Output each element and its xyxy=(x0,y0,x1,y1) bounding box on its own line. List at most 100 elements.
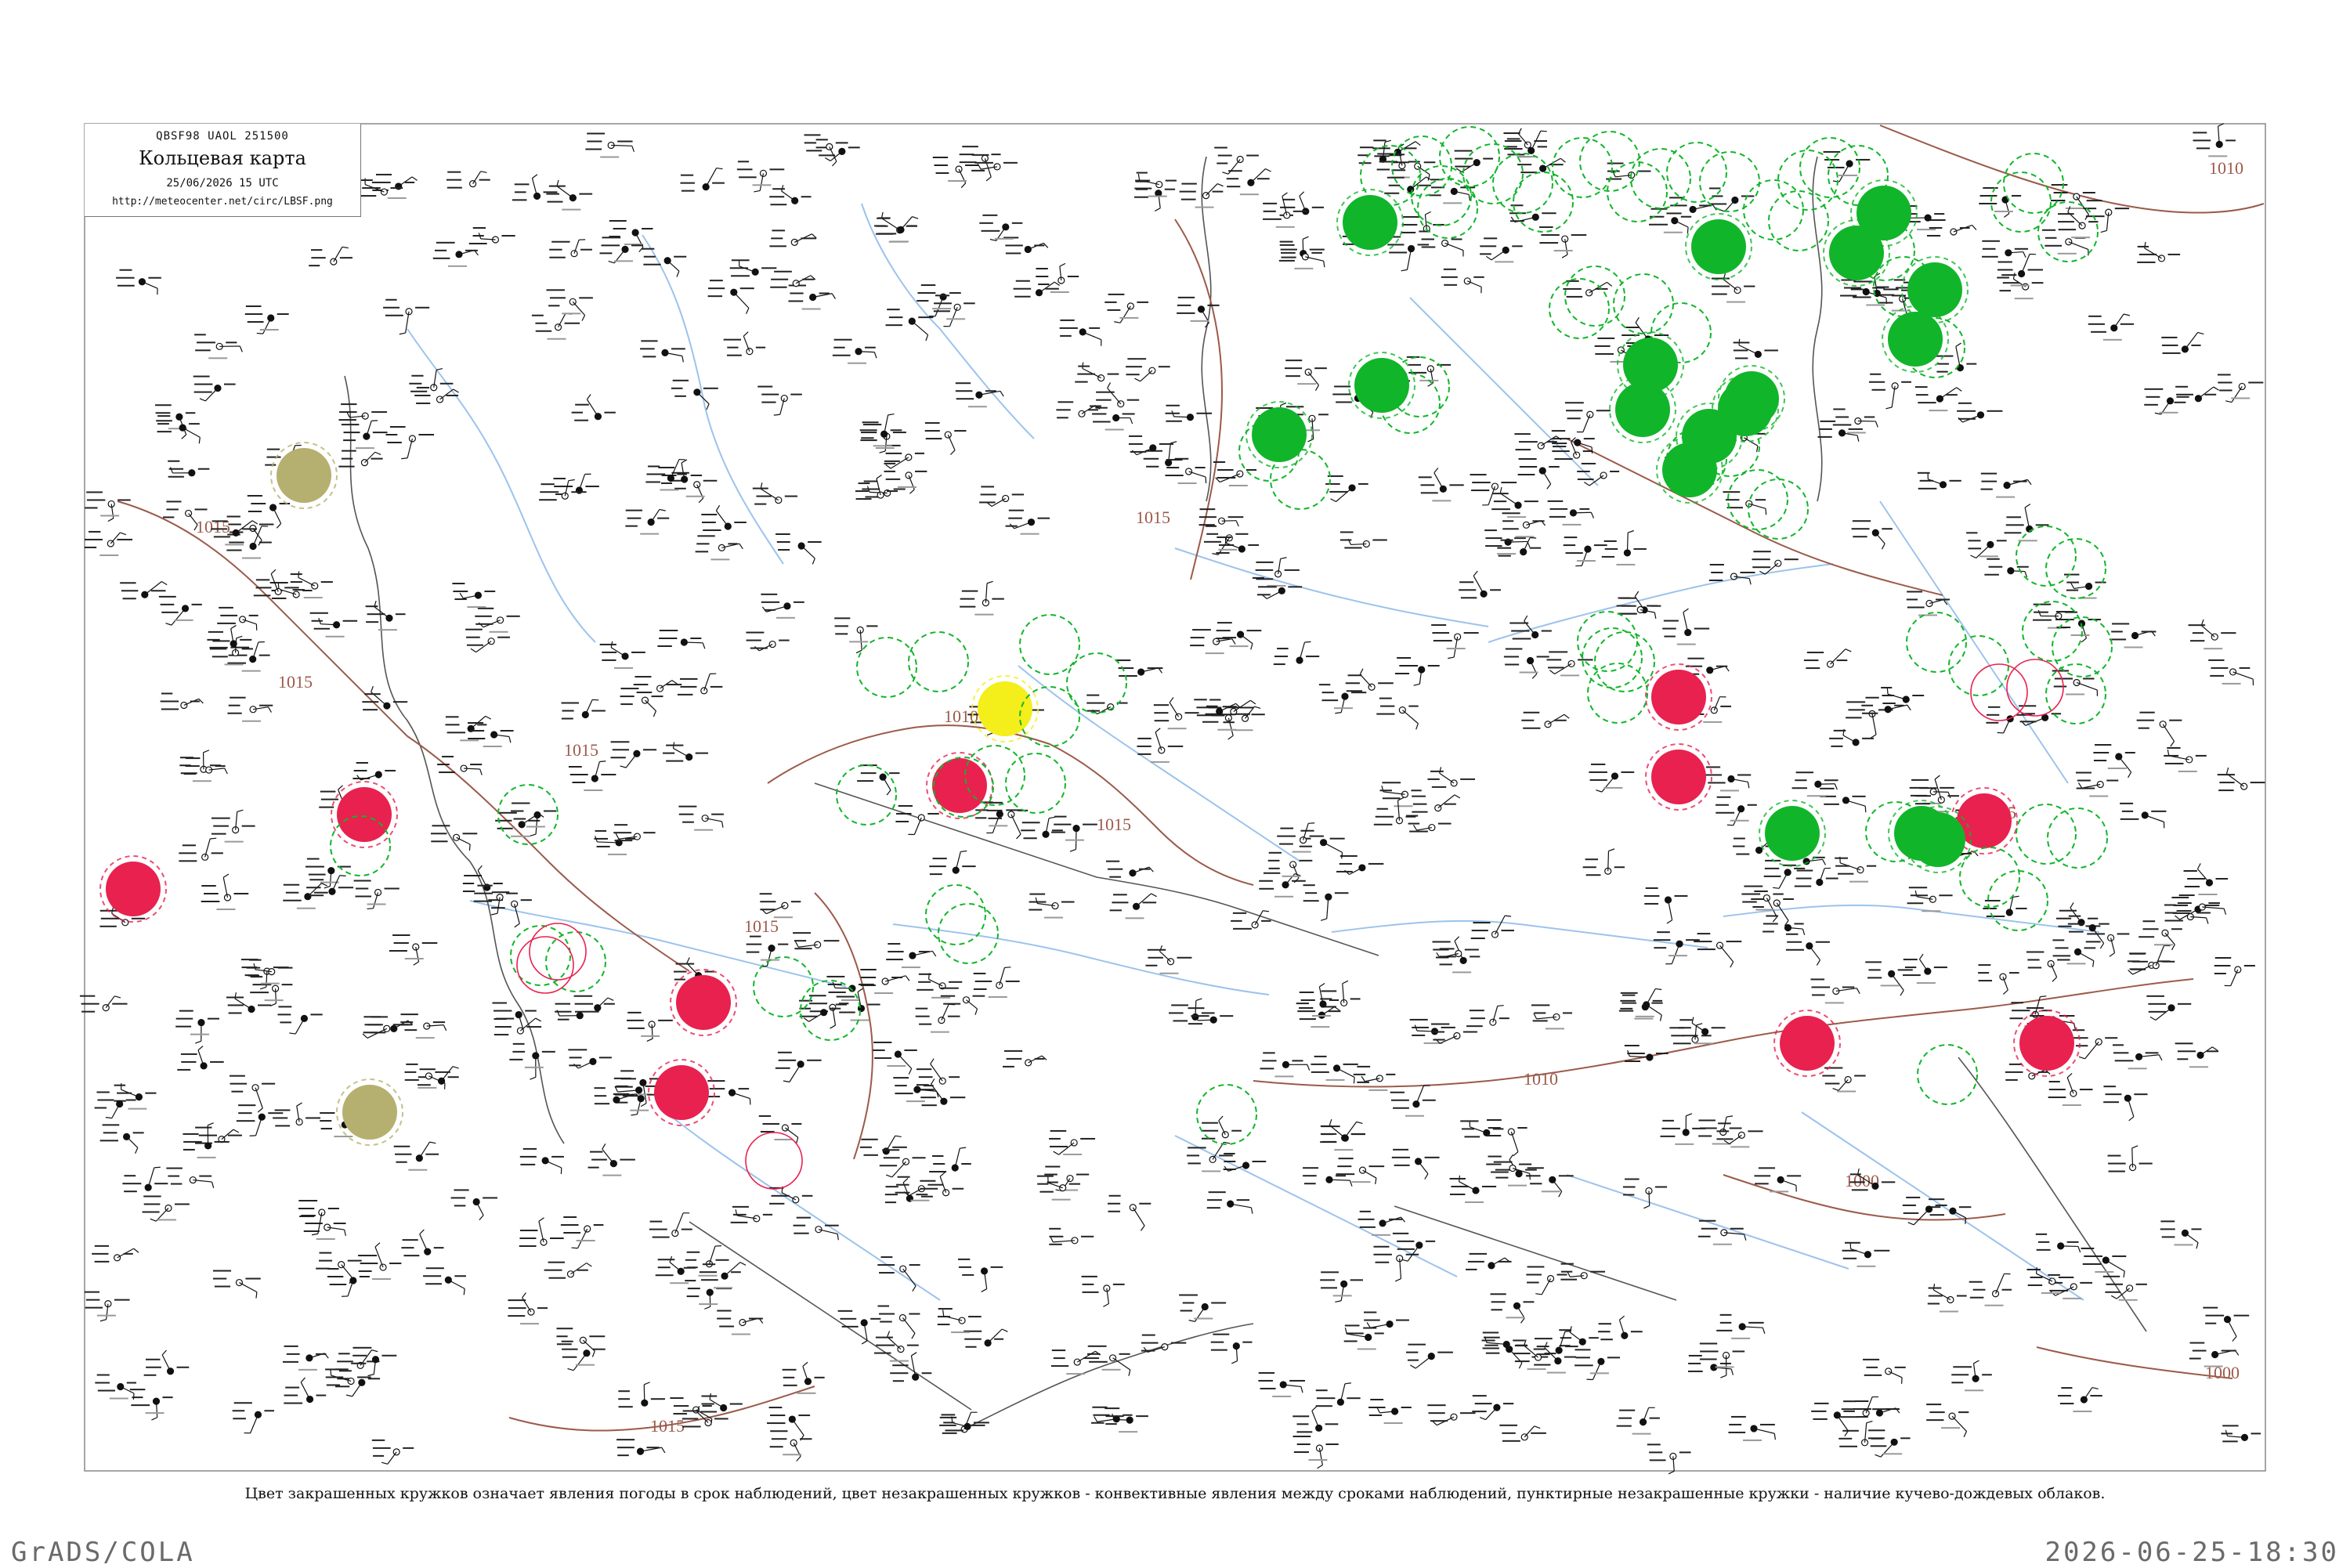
station-plot xyxy=(925,422,967,454)
station-plot xyxy=(1384,177,1431,194)
station-plot xyxy=(1563,280,1611,298)
station-plot xyxy=(569,761,616,791)
station-plot xyxy=(627,1012,673,1042)
station-plot xyxy=(929,851,975,875)
station-plot xyxy=(1928,1284,1967,1312)
station-plot xyxy=(2033,604,2077,629)
station-plot xyxy=(556,1328,605,1357)
station-plot xyxy=(1187,1142,1233,1172)
cb-cloud-ring xyxy=(1006,753,1065,813)
station-plot xyxy=(284,1378,326,1404)
station-plot xyxy=(2161,332,2204,354)
station-plot xyxy=(237,1104,283,1136)
station-plot xyxy=(1450,1176,1497,1203)
station-plot xyxy=(2042,229,2088,256)
station-plot xyxy=(562,699,606,719)
station-plot xyxy=(452,583,495,608)
station-plot xyxy=(1374,797,1416,825)
station-plot xyxy=(2138,920,2182,950)
station-plot xyxy=(2128,952,2171,974)
station-plot xyxy=(561,1216,603,1248)
station-plot xyxy=(2093,744,2135,778)
station-plot xyxy=(1486,1156,1531,1180)
cb-cloud-ring xyxy=(2016,526,2076,586)
station-plot xyxy=(640,340,685,362)
station-plot xyxy=(1380,782,1422,807)
station-plot xyxy=(1316,1383,1361,1407)
isobar-label-1015: 1015 xyxy=(278,672,313,692)
station-plot xyxy=(1700,1342,1744,1378)
station-plot xyxy=(1373,1246,1419,1281)
station-plot xyxy=(874,217,918,243)
bulletin-code: QBSF98 UAOL 251500 xyxy=(85,130,360,143)
station-plot xyxy=(549,240,592,258)
station-plot xyxy=(116,269,161,294)
station-plot xyxy=(1792,771,1838,797)
station-plot xyxy=(680,168,724,192)
station-plot xyxy=(1981,473,2032,498)
station-plot xyxy=(512,175,558,201)
isobar-label-1015: 1015 xyxy=(564,740,598,760)
station-plot xyxy=(974,967,1020,998)
station-plot xyxy=(1984,558,2028,577)
cb-cloud-ring xyxy=(801,981,860,1040)
cb-cloud-ring xyxy=(1614,274,1673,334)
station-plot xyxy=(1535,1331,1578,1355)
station-plot xyxy=(1095,382,1139,408)
cb-cloud-ring xyxy=(2048,808,2107,868)
markers-layer xyxy=(100,127,2112,1189)
map-date: 25/06/2026 15 UTC xyxy=(85,177,360,190)
station-plot xyxy=(941,988,985,1015)
cb-cloud-ring xyxy=(1960,847,2019,907)
station-plot xyxy=(1565,402,1611,432)
station-plot xyxy=(1390,1086,1436,1117)
station-plot xyxy=(1466,1253,1511,1270)
station-plot xyxy=(585,133,634,158)
station-plot xyxy=(1217,622,1262,649)
borders-layer xyxy=(345,157,2146,1425)
station-plot xyxy=(860,1136,907,1156)
station-plot xyxy=(194,334,242,359)
station-plot xyxy=(1258,1372,1305,1397)
station-plot xyxy=(1907,591,1950,616)
station-plot xyxy=(1502,512,1546,537)
cb-cloud-ring xyxy=(1918,1045,1977,1104)
station-plot xyxy=(942,1414,989,1431)
station-plot xyxy=(1564,537,1607,565)
station-plot xyxy=(1285,359,1327,391)
station-plot xyxy=(469,227,515,244)
station-plot xyxy=(2052,670,2098,695)
map-url[interactable]: http://meteocenter.net/circ/LBSF.png xyxy=(85,196,360,208)
station-plot xyxy=(354,880,400,909)
station-plot xyxy=(1044,1166,1089,1191)
station-plot xyxy=(227,697,273,722)
station-plot xyxy=(1144,442,1189,468)
station-plot xyxy=(1548,500,1594,526)
station-plot xyxy=(1654,931,1700,964)
station-plot xyxy=(1253,558,1300,587)
station-plot xyxy=(1926,1404,1969,1437)
station-plot xyxy=(383,299,429,334)
station-plot xyxy=(95,1375,136,1400)
station-plot xyxy=(394,1142,439,1171)
station-plot xyxy=(1392,1149,1440,1180)
station-plot xyxy=(1560,1263,1605,1281)
station-plot xyxy=(1644,887,1688,923)
station-plot xyxy=(769,229,816,247)
station-plot xyxy=(761,594,804,619)
station-plot xyxy=(857,764,899,795)
cb-cloud-ring xyxy=(1595,632,1654,692)
station-plot xyxy=(1835,857,1876,883)
station-plot xyxy=(2076,772,2118,797)
marker-thunderstorm xyxy=(1774,1010,1840,1076)
station-plot xyxy=(1401,211,1444,233)
isobar-label-1015: 1015 xyxy=(1136,508,1170,527)
station-plot xyxy=(609,220,653,252)
station-plot xyxy=(1129,435,1173,455)
station-plot xyxy=(1427,767,1475,787)
station-plot xyxy=(401,1230,443,1256)
station-plot xyxy=(2189,620,2236,649)
station-plot xyxy=(890,1353,931,1382)
station-plot xyxy=(700,1393,743,1413)
convective-ring xyxy=(746,1133,802,1189)
